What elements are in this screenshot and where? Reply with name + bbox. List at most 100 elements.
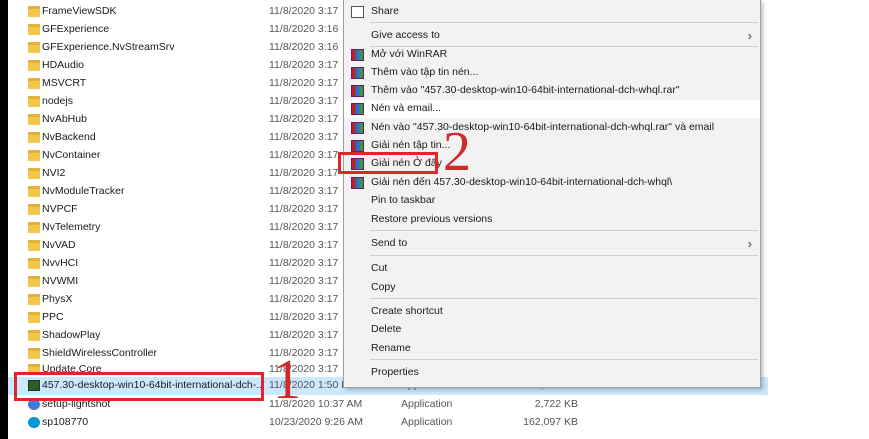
menu-item-rename[interactable]: Rename (344, 340, 760, 358)
menu-item-add-to-rar[interactable]: Thêm vào "457.30-desktop-win10-64bit-int… (344, 82, 760, 100)
folder-icon (28, 312, 40, 323)
file-date: 11/8/2020 3:17 (269, 113, 339, 125)
highlight-box-step2 (338, 152, 438, 174)
file-list: FrameViewSDK 11/8/2020 3:17 GFExperience… (8, 0, 869, 439)
file-date: 11/8/2020 3:17 (269, 95, 339, 107)
folder-icon (28, 186, 40, 197)
step-number-1: 1 (273, 349, 301, 411)
file-name: NvModuleTracker (42, 185, 125, 197)
file-name: GFExperience.NvStreamSrv (42, 41, 175, 53)
folder-icon (28, 24, 40, 35)
folder-icon (28, 114, 40, 125)
winrar-icon (351, 67, 364, 79)
file-type: Application (401, 398, 453, 410)
file-date: 11/8/2020 3:17 (269, 77, 339, 89)
file-date: 11/8/2020 3:17 (269, 203, 339, 215)
menu-item-share[interactable]: Share (344, 3, 760, 21)
file-date: 11/8/2020 3:17 (269, 311, 339, 323)
menu-item-delete[interactable]: Delete (344, 321, 760, 339)
menu-item-compress-email[interactable]: Nén và email... (344, 100, 760, 118)
menu-item-open-winrar[interactable]: Mở với WinRAR (344, 46, 760, 64)
folder-icon (28, 294, 40, 305)
file-date: 11/8/2020 3:17 (269, 59, 339, 71)
file-type: Application (401, 416, 453, 428)
menu-item-label: Giải nén đến 457.30-desktop-win10-64bit-… (371, 176, 673, 188)
menu-separator (370, 230, 758, 231)
file-date: 11/8/2020 3:17 (269, 329, 339, 341)
chevron-right-icon: › (747, 28, 752, 43)
folder-icon (28, 276, 40, 287)
file-name: NvContainer (42, 149, 101, 161)
folder-icon (28, 60, 40, 71)
file-date: 10/23/2020 9:26 AM (269, 416, 363, 428)
file-name: PPC (42, 311, 64, 323)
menu-item-label: Share (371, 5, 400, 17)
menu-item-label: Nén và email... (371, 102, 442, 114)
menu-item-properties[interactable]: Properties (344, 364, 760, 382)
folder-icon (28, 258, 40, 269)
file-name: NvAbHub (42, 113, 87, 125)
file-name: ShieldWirelessController (42, 347, 157, 359)
winrar-icon (351, 122, 364, 134)
chevron-right-icon: › (747, 236, 752, 251)
screenshot-frame: FrameViewSDK 11/8/2020 3:17 GFExperience… (0, 0, 869, 439)
folder-icon (28, 222, 40, 233)
file-name: GFExperience (42, 23, 110, 35)
file-name: HDAudio (42, 59, 85, 71)
menu-item-label: Copy (371, 281, 396, 293)
file-name: sp108770 (42, 416, 89, 428)
file-date: 11/8/2020 3:17 (269, 5, 339, 17)
file-size: 2,722 KB (534, 398, 578, 410)
folder-icon (28, 204, 40, 215)
file-row-sp108770[interactable]: sp108770 10/23/2020 9:26 AM Application … (8, 414, 768, 432)
menu-item-extract-to-folder[interactable]: Giải nén đến 457.30-desktop-win10-64bit-… (344, 174, 760, 192)
folder-icon (28, 96, 40, 107)
folder-icon (28, 42, 40, 53)
file-size: 162,097 KB (523, 416, 578, 428)
folder-icon (28, 330, 40, 341)
winrar-icon (351, 85, 364, 97)
file-name: NvBackend (42, 131, 96, 143)
folder-icon (28, 78, 40, 89)
file-date: 11/8/2020 3:17 (269, 275, 339, 287)
menu-item-cut[interactable]: Cut (344, 260, 760, 278)
menu-item-restore-versions[interactable]: Restore previous versions (344, 211, 760, 229)
menu-item-add-archive[interactable]: Thêm vào tập tin nén... (344, 64, 760, 82)
file-date: 11/8/2020 3:17 (269, 293, 339, 305)
file-name: FrameViewSDK (42, 5, 117, 17)
file-name: NVI2 (42, 167, 66, 179)
file-name: MSVCRT (42, 77, 87, 89)
menu-item-label: Delete (371, 323, 402, 335)
menu-item-label: Send to (371, 237, 408, 249)
menu-item-pin-taskbar[interactable]: Pin to taskbar (344, 192, 760, 210)
menu-item-label: Nén vào "457.30-desktop-win10-64bit-inte… (371, 121, 715, 133)
menu-item-compress-rar-email[interactable]: Nén vào "457.30-desktop-win10-64bit-inte… (344, 119, 760, 137)
menu-item-label: Give access to (371, 29, 440, 41)
file-name: ShadowPlay (42, 329, 101, 341)
menu-item-create-shortcut[interactable]: Create shortcut (344, 303, 760, 321)
winrar-icon (351, 49, 364, 61)
winrar-icon (351, 140, 364, 152)
menu-item-give-access[interactable]: Give access to › (344, 27, 760, 45)
menu-item-label: Thêm vào tập tin nén... (371, 66, 479, 78)
file-name: NVWMI (42, 275, 79, 287)
menu-item-copy[interactable]: Copy (344, 279, 760, 297)
file-date: 11/8/2020 3:17 (269, 149, 339, 161)
file-date: 11/8/2020 3:16 (269, 23, 339, 35)
menu-item-label: Pin to taskbar (371, 194, 436, 206)
folder-icon (28, 132, 40, 143)
winrar-icon (351, 177, 364, 189)
hp-icon (28, 417, 40, 428)
menu-item-label: Create shortcut (371, 305, 443, 317)
menu-separator (370, 22, 758, 23)
menu-item-send-to[interactable]: Send to › (344, 235, 760, 253)
highlight-box-step1 (14, 372, 264, 401)
file-date: 11/8/2020 3:17 (269, 257, 339, 269)
context-menu: Share Give access to › Mở với WinRAR Thê… (343, 0, 761, 388)
file-name: nodejs (42, 95, 73, 107)
file-name: NvvHCI (42, 257, 79, 269)
menu-item-label: Giải nén tập tin... (371, 139, 451, 151)
menu-item-label: Restore previous versions (371, 213, 493, 225)
folder-icon (28, 348, 40, 359)
folder-icon (28, 150, 40, 161)
